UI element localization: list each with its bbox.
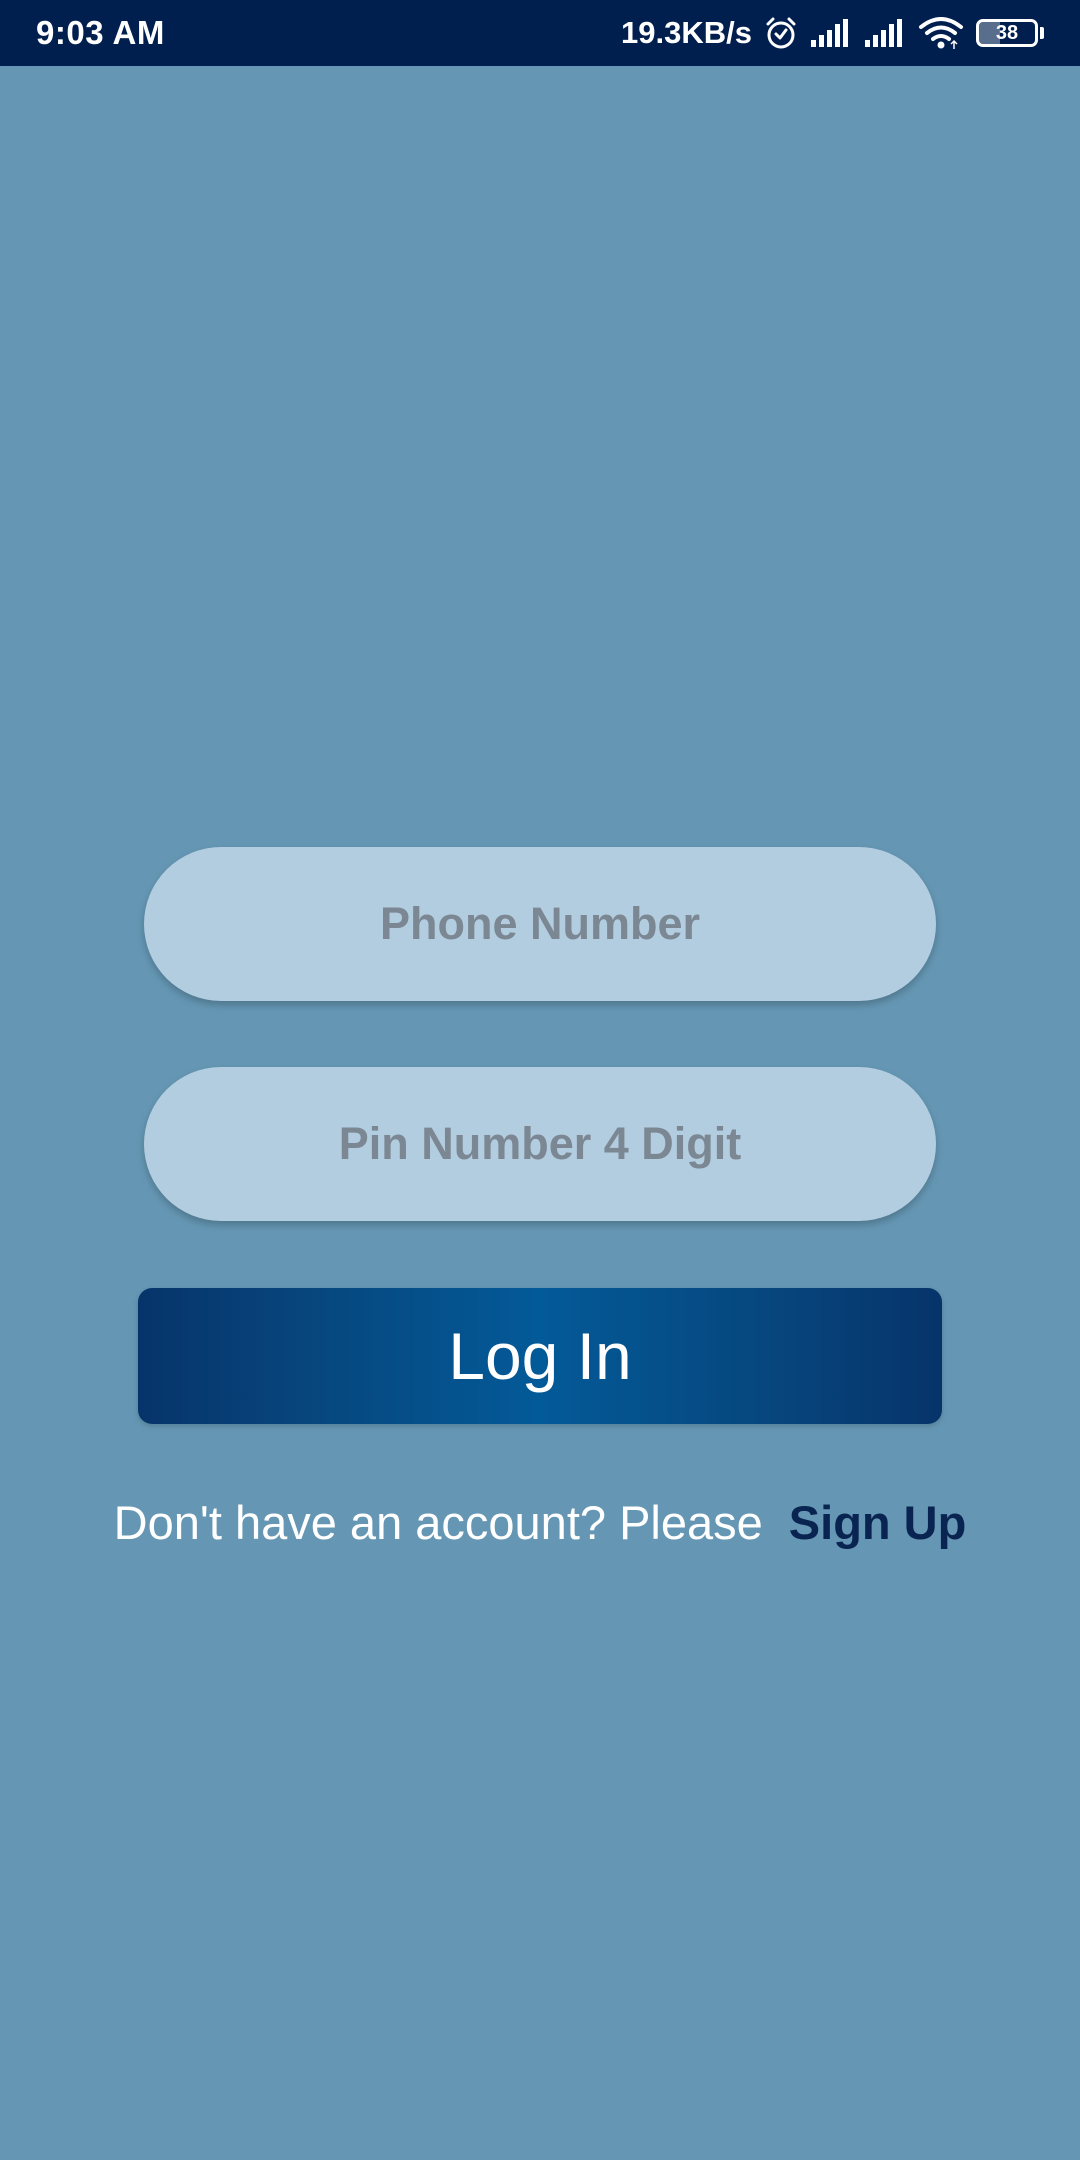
network-speed: 19.3KB/s bbox=[621, 15, 752, 50]
alarm-icon bbox=[764, 16, 798, 50]
sign-up-link[interactable]: Sign Up bbox=[789, 1495, 967, 1550]
status-icons: 19.3KB/s 38 bbox=[621, 15, 1044, 51]
phone-number-input[interactable] bbox=[144, 847, 936, 1001]
status-bar: 9:03 AM 19.3KB/s 38 bbox=[0, 0, 1080, 66]
signup-row: Don't have an account? Please Sign Up bbox=[0, 1495, 1080, 1550]
battery-level: 38 bbox=[995, 22, 1019, 44]
signal-icon bbox=[864, 18, 906, 48]
wifi-icon bbox=[918, 16, 964, 50]
signal-icon bbox=[810, 18, 852, 48]
status-time: 9:03 AM bbox=[36, 14, 165, 51]
pin-number-input[interactable] bbox=[144, 1067, 936, 1221]
battery-icon: 38 bbox=[976, 19, 1044, 47]
signup-prompt: Don't have an account? Please bbox=[113, 1496, 763, 1549]
log-in-button[interactable]: Log In bbox=[138, 1288, 942, 1424]
